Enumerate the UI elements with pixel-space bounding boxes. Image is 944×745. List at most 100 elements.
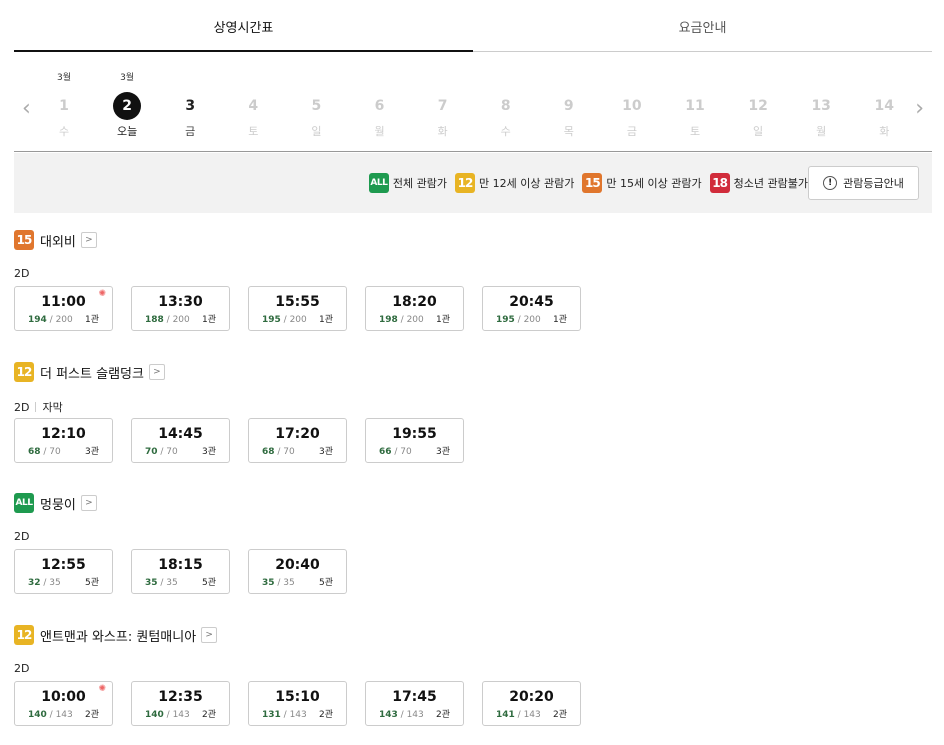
hall-label: 3관 [84,447,99,457]
seats-total: 143 [406,710,424,720]
prev-date-arrow-icon[interactable]: ‹ [22,98,31,120]
date-number: 7 [437,98,448,114]
date-item-5[interactable]: 5일 [298,64,334,139]
showtime-button[interactable]: 13:30 188 / 200 1관 [131,286,230,331]
date-item-9[interactable]: 9목 [551,64,587,139]
date-weekday: 월 [816,125,827,138]
showtime-button[interactable]: 14:45 70 / 70 3관 [131,418,230,463]
hall-label: 3관 [318,447,333,457]
seat-availability: 140 / 143 [145,710,190,720]
date-item-3[interactable]: 3금 [172,64,208,139]
showtime-time: 13:30 [158,294,203,310]
showtime-button[interactable]: 20:20 141 / 143 2관 [482,681,581,726]
showtime-button[interactable]: 10:00 140 / 143 2관 ✺ [14,681,113,726]
seats-separator: / [280,710,290,720]
date-item-12[interactable]: 12 일 [740,64,776,139]
seats-remaining: 35 [262,578,275,588]
hall-label: 5관 [201,578,216,588]
rating-r15-badge-icon: 15 [14,230,34,250]
date-weekday: 수 [500,125,511,138]
seats-remaining: 35 [145,578,158,588]
hall-label: 5관 [84,578,99,588]
showtime-button[interactable]: 20:45 195 / 200 1관 [482,286,581,331]
date-number: 1 [59,98,69,114]
movie-title-row: ALL 멍뭉이 > [14,493,932,513]
movie-title[interactable]: 대외비 [40,231,76,250]
date-month [677,64,713,82]
date-item-2[interactable]: 3월 2 오늘 [109,64,145,139]
screen-format: 2D [14,530,29,543]
movie-detail-link-icon[interactable]: > [201,627,218,643]
format-label: 2D [14,662,30,675]
rating-guide-button[interactable]: ! 관람등급안내 [808,166,919,200]
legend-item-all: ALL 전체 관람가 [368,173,447,193]
seats-total: 200 [406,315,424,325]
seat-availability: 68 / 70 [28,447,61,457]
movie-section: 12 더 퍼스트 슬램덩크 >2D 자막 12:10 68 / 70 3관 14:45 70 /… [14,362,932,463]
date-number: 13 [811,98,831,114]
date-item-14[interactable]: 14 화 [866,64,902,139]
hall-label: 3관 [435,447,450,457]
movie-detail-link-icon[interactable]: > [80,232,97,248]
seats-total: 143 [523,710,541,720]
legend-label: 만 15세 이상 관람가 [606,177,702,190]
seats-remaining: 68 [28,447,41,457]
movie-detail-link-icon[interactable]: > [148,364,165,380]
date-item-6[interactable]: 6월 [362,64,398,139]
seats-total: 35 [49,578,61,588]
rating-r18-badge-icon: 18 [709,173,730,193]
seats-remaining: 140 [28,710,47,720]
hall-label: 1관 [201,315,216,325]
date-item-10[interactable]: 10 금 [614,64,650,139]
seat-availability: 188 / 200 [145,315,190,325]
date-item-7[interactable]: 7화 [425,64,461,139]
showtime-time: 11:00 [41,294,86,310]
showtime-time: 20:45 [509,294,554,310]
movie-title[interactable]: 앤트맨과 와스프: 퀀텀매니아 [40,626,196,645]
seat-availability: 194 / 200 [28,315,73,325]
date-month [425,64,461,82]
date-selector: ‹ › 3월 1 수 3월 2 오늘 3 금 4 토 5 일 6 월 7 화 8 수 9 목 10 금 11 토 12 일 13 월 1… [14,64,932,152]
date-item-11[interactable]: 11 토 [677,64,713,139]
showtime-button[interactable]: 12:10 68 / 70 3관 [14,418,113,463]
movie-title-row: 12 앤트맨과 와스프: 퀀텀매니아 > [14,625,932,645]
showtime-button[interactable]: 12:35 140 / 143 2관 [131,681,230,726]
seats-remaining: 198 [379,315,398,325]
tab-pricing[interactable]: 요금안내 [473,0,932,52]
showtime-button[interactable]: 12:55 32 / 35 5관 [14,549,113,594]
date-item-1[interactable]: 3월 1 수 [46,64,82,139]
tab-showtimes[interactable]: 상영시간표 [14,0,473,52]
seats-remaining: 195 [496,315,515,325]
seats-total: 200 [523,315,541,325]
showtime-button[interactable]: 20:40 35 / 35 5관 [248,549,347,594]
date-item-4[interactable]: 4토 [235,64,271,139]
showtime-button[interactable]: 15:10 131 / 143 2관 [248,681,347,726]
screen-format: 2D [14,267,29,280]
date-month [740,64,776,82]
showtime-button[interactable]: 18:20 198 / 200 1관 [365,286,464,331]
showtime-button[interactable]: 15:55 195 / 200 1관 [248,286,347,331]
movie-title[interactable]: 더 퍼스트 슬램덩크 [40,363,144,382]
showtime-button[interactable]: 17:45 143 / 143 2관 [365,681,464,726]
date-number: 10 [622,98,642,114]
seats-remaining: 68 [262,447,275,457]
seats-separator: / [163,710,173,720]
showtime-button[interactable]: 17:20 68 / 70 3관 [248,418,347,463]
movie-title[interactable]: 멍뭉이 [40,494,76,513]
movie-detail-link-icon[interactable]: > [80,495,97,511]
showtime-button[interactable]: 18:15 35 / 35 5관 [131,549,230,594]
screen-format: 2D 자막 [14,399,63,415]
date-item-8[interactable]: 8수 [488,64,524,139]
date-month [866,64,902,82]
next-date-arrow-icon[interactable]: › [915,98,924,120]
seats-separator: / [280,315,290,325]
showtime-button[interactable]: 19:55 66 / 70 3관 [365,418,464,463]
showtime-time: 18:15 [158,557,203,573]
seats-separator: / [274,578,284,588]
showtime-button[interactable]: 11:00 194 / 200 1관 ✺ [14,286,113,331]
showtime-time: 12:35 [158,689,203,705]
date-month [298,64,334,82]
showtime-time: 17:45 [392,689,437,705]
date-item-13[interactable]: 13 월 [803,64,839,139]
seats-separator: / [391,447,401,457]
